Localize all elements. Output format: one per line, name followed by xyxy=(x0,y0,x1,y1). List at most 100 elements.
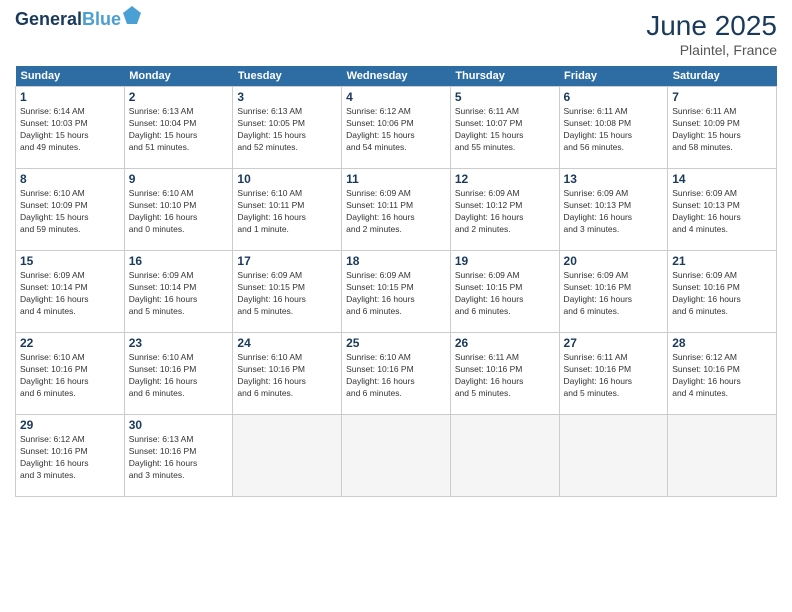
calendar-cell: 26Sunrise: 6:11 AMSunset: 10:16 PMDaylig… xyxy=(450,333,559,415)
day-info: Sunrise: 6:09 AMSunset: 10:15 PMDaylight… xyxy=(346,270,446,318)
header-row: Sunday Monday Tuesday Wednesday Thursday… xyxy=(16,66,777,87)
col-wednesday: Wednesday xyxy=(342,66,451,87)
day-number: 10 xyxy=(237,172,337,186)
calendar-cell: 11 Sunrise: 6:09 AMSunset: 10:11 PMDaylig… xyxy=(342,169,451,251)
day-number: 20 xyxy=(564,254,664,268)
calendar-cell: 24Sunrise: 6:10 AMSunset: 10:16 PMDaylig… xyxy=(233,333,342,415)
day-number: 30 xyxy=(129,418,229,432)
calendar-cell: 14 Sunrise: 6:09 AMSunset: 10:13 PMDaylig… xyxy=(668,169,777,251)
calendar-row: 29 Sunrise: 6:12 AMSunset: 10:16 PMDaylig… xyxy=(16,415,777,497)
calendar-cell xyxy=(233,415,342,497)
calendar-cell: 19Sunrise: 6:09 AMSunset: 10:15 PMDaylig… xyxy=(450,251,559,333)
calendar-cell: 20 Sunrise: 6:09 AMSunset: 10:16 PMDaylig… xyxy=(559,251,668,333)
day-number: 12 xyxy=(455,172,555,186)
logo-text: GeneralBlue xyxy=(15,10,121,30)
calendar-cell: 9 Sunrise: 6:10 AMSunset: 10:10 PMDayligh… xyxy=(124,169,233,251)
day-info: Sunrise: 6:10 AMSunset: 10:11 PMDaylight… xyxy=(237,188,337,236)
day-info: Sunrise: 6:13 AMSunset: 10:04 PMDaylight… xyxy=(129,106,229,154)
calendar-cell: 23 Sunrise: 6:10 AMSunset: 10:16 PMDaylig… xyxy=(124,333,233,415)
calendar-cell: 22Sunrise: 6:10 AMSunset: 10:16 PMDaylig… xyxy=(16,333,125,415)
day-info: Sunrise: 6:10 AMSunset: 10:16 PMDaylight… xyxy=(129,352,229,400)
calendar-row: 15 Sunrise: 6:09 AMSunset: 10:14 PMDaylig… xyxy=(16,251,777,333)
calendar-row: 1 Sunrise: 6:14 AMSunset: 10:03 PMDayligh… xyxy=(16,87,777,169)
day-info: Sunrise: 6:11 AMSunset: 10:07 PMDaylight… xyxy=(455,106,555,154)
day-info: Sunrise: 6:12 AMSunset: 10:16 PMDaylight… xyxy=(672,352,772,400)
day-info: Sunrise: 6:09 AMSunset: 10:16 PMDaylight… xyxy=(564,270,664,318)
day-number: 2 xyxy=(129,90,229,104)
day-number: 18 xyxy=(346,254,446,268)
day-number: 1 xyxy=(20,90,120,104)
calendar-cell: 3 Sunrise: 6:13 AMSunset: 10:05 PMDayligh… xyxy=(233,87,342,169)
day-info: Sunrise: 6:11 AMSunset: 10:08 PMDaylight… xyxy=(564,106,664,154)
day-info: Sunrise: 6:09 AMSunset: 10:11 PMDaylight… xyxy=(346,188,446,236)
day-info: Sunrise: 6:11 AMSunset: 10:16 PMDaylight… xyxy=(564,352,664,400)
day-number: 27 xyxy=(564,336,664,350)
day-number: 15 xyxy=(20,254,120,268)
col-tuesday: Tuesday xyxy=(233,66,342,87)
calendar-cell xyxy=(559,415,668,497)
day-number: 23 xyxy=(129,336,229,350)
col-sunday: Sunday xyxy=(16,66,125,87)
day-info: Sunrise: 6:09 AMSunset: 10:12 PMDaylight… xyxy=(455,188,555,236)
day-info: Sunrise: 6:09 AMSunset: 10:14 PMDaylight… xyxy=(129,270,229,318)
calendar-cell: 25Sunrise: 6:10 AMSunset: 10:16 PMDaylig… xyxy=(342,333,451,415)
day-info: Sunrise: 6:10 AMSunset: 10:10 PMDaylight… xyxy=(129,188,229,236)
calendar-table: Sunday Monday Tuesday Wednesday Thursday… xyxy=(15,66,777,497)
calendar-cell: 16 Sunrise: 6:09 AMSunset: 10:14 PMDaylig… xyxy=(124,251,233,333)
calendar-cell: 7Sunrise: 6:11 AMSunset: 10:09 PMDayligh… xyxy=(668,87,777,169)
day-number: 24 xyxy=(237,336,337,350)
day-info: Sunrise: 6:09 AMSunset: 10:13 PMDaylight… xyxy=(564,188,664,236)
day-info: Sunrise: 6:12 AMSunset: 10:16 PMDaylight… xyxy=(20,434,120,482)
calendar-cell: 8 Sunrise: 6:10 AMSunset: 10:09 PMDayligh… xyxy=(16,169,125,251)
day-info: Sunrise: 6:12 AMSunset: 10:06 PMDaylight… xyxy=(346,106,446,154)
day-number: 22 xyxy=(20,336,120,350)
day-number: 21 xyxy=(672,254,772,268)
day-number: 5 xyxy=(455,90,555,104)
day-number: 4 xyxy=(346,90,446,104)
calendar-row: 8 Sunrise: 6:10 AMSunset: 10:09 PMDayligh… xyxy=(16,169,777,251)
calendar-cell: 12 Sunrise: 6:09 AMSunset: 10:12 PMDaylig… xyxy=(450,169,559,251)
day-number: 16 xyxy=(129,254,229,268)
col-monday: Monday xyxy=(124,66,233,87)
day-info: Sunrise: 6:09 AMSunset: 10:15 PMDaylight… xyxy=(455,270,555,318)
header: GeneralBlue June 2025 Plaintel, France xyxy=(15,10,777,58)
month-title: June 2025 xyxy=(646,10,777,42)
day-info: Sunrise: 6:09 AMSunset: 10:16 PMDaylight… xyxy=(672,270,772,318)
day-number: 28 xyxy=(672,336,772,350)
day-number: 3 xyxy=(237,90,337,104)
day-number: 14 xyxy=(672,172,772,186)
day-number: 9 xyxy=(129,172,229,186)
day-number: 6 xyxy=(564,90,664,104)
calendar-cell xyxy=(668,415,777,497)
day-info: Sunrise: 6:09 AMSunset: 10:13 PMDaylight… xyxy=(672,188,772,236)
day-info: Sunrise: 6:11 AMSunset: 10:16 PMDaylight… xyxy=(455,352,555,400)
day-number: 11 xyxy=(346,172,446,186)
day-info: Sunrise: 6:09 AMSunset: 10:14 PMDaylight… xyxy=(20,270,120,318)
logo: GeneralBlue xyxy=(15,10,141,30)
page: GeneralBlue June 2025 Plaintel, France S… xyxy=(0,0,792,612)
day-number: 7 xyxy=(672,90,772,104)
day-info: Sunrise: 6:10 AMSunset: 10:16 PMDaylight… xyxy=(346,352,446,400)
day-info: Sunrise: 6:09 AMSunset: 10:15 PMDaylight… xyxy=(237,270,337,318)
day-info: Sunrise: 6:10 AMSunset: 10:09 PMDaylight… xyxy=(20,188,120,236)
day-info: Sunrise: 6:14 AMSunset: 10:03 PMDaylight… xyxy=(20,106,120,154)
calendar-cell: 4 Sunrise: 6:12 AMSunset: 10:06 PMDayligh… xyxy=(342,87,451,169)
calendar-cell xyxy=(450,415,559,497)
calendar-cell: 18 Sunrise: 6:09 AMSunset: 10:15 PMDaylig… xyxy=(342,251,451,333)
day-info: Sunrise: 6:13 AMSunset: 10:05 PMDaylight… xyxy=(237,106,337,154)
calendar-cell: 30Sunrise: 6:13 AMSunset: 10:16 PMDaylig… xyxy=(124,415,233,497)
calendar-cell: 29 Sunrise: 6:12 AMSunset: 10:16 PMDaylig… xyxy=(16,415,125,497)
calendar-cell: 27 Sunrise: 6:11 AMSunset: 10:16 PMDaylig… xyxy=(559,333,668,415)
calendar-cell: 13Sunrise: 6:09 AMSunset: 10:13 PMDaylig… xyxy=(559,169,668,251)
title-block: June 2025 Plaintel, France xyxy=(646,10,777,58)
calendar-cell xyxy=(342,415,451,497)
day-number: 29 xyxy=(20,418,120,432)
location: Plaintel, France xyxy=(646,42,777,58)
calendar-cell: 15 Sunrise: 6:09 AMSunset: 10:14 PMDaylig… xyxy=(16,251,125,333)
day-number: 8 xyxy=(20,172,120,186)
col-friday: Friday xyxy=(559,66,668,87)
calendar-row: 22 Sunrise: 6:10 AMSunset: 10:16 PMDaylig… xyxy=(16,333,777,415)
col-thursday: Thursday xyxy=(450,66,559,87)
calendar-cell: 2 Sunrise: 6:13 AMSunset: 10:04 PMDayligh… xyxy=(124,87,233,169)
day-number: 17 xyxy=(237,254,337,268)
